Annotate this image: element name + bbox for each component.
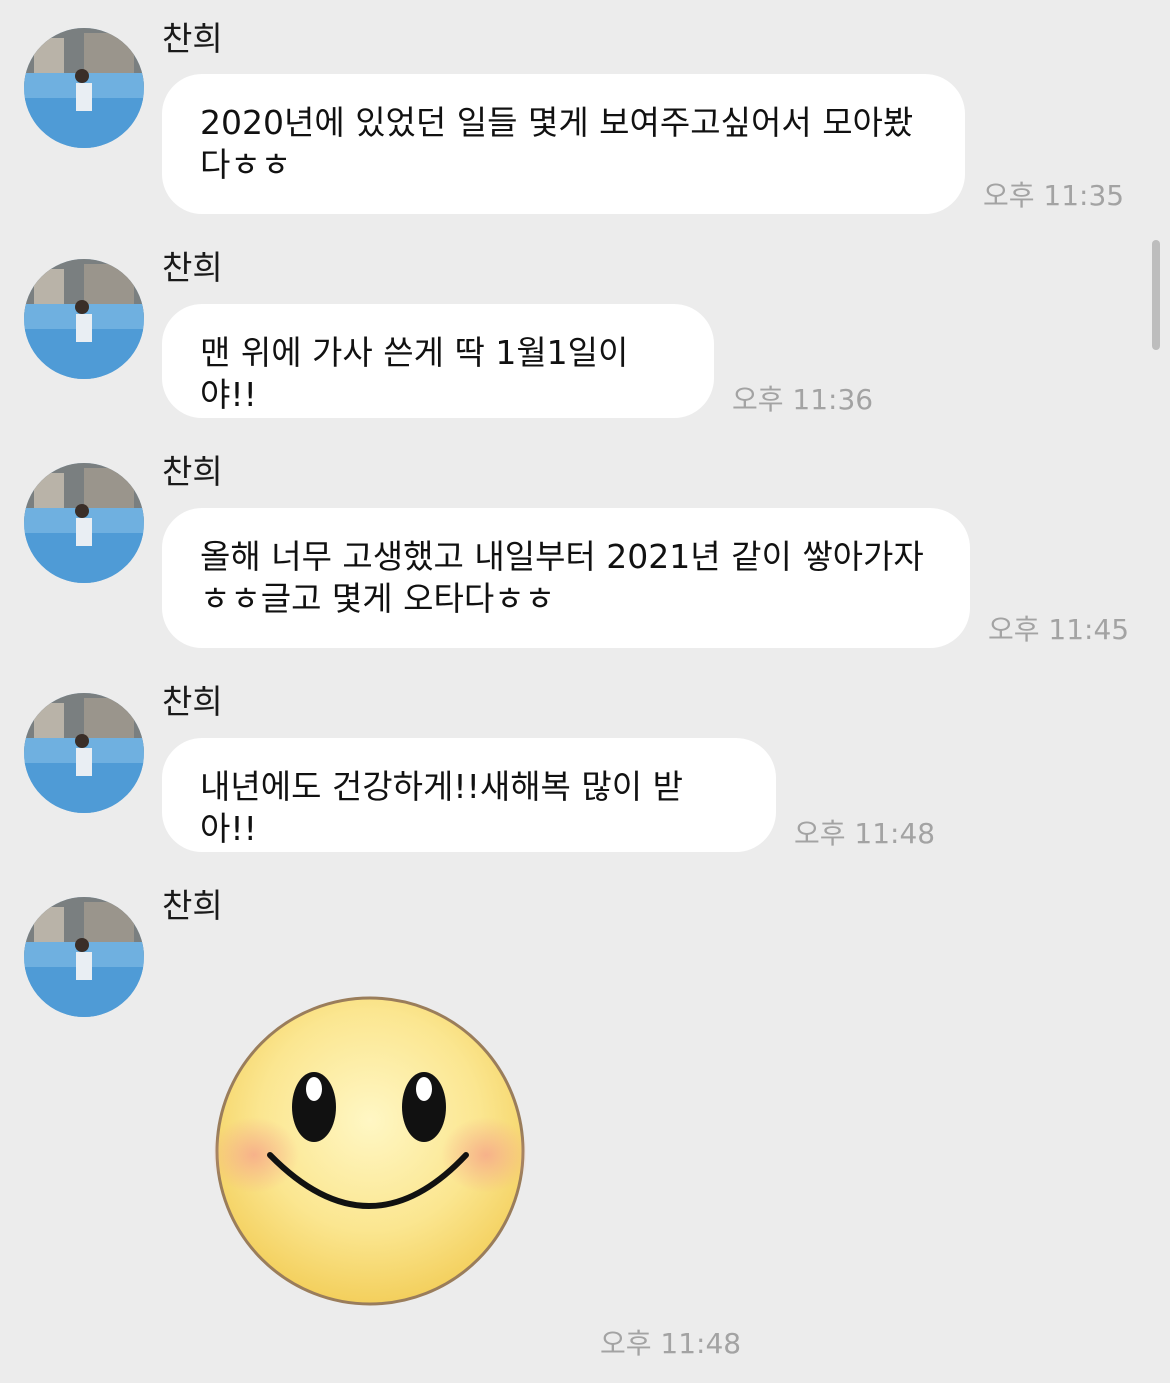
avatar[interactable] bbox=[24, 28, 144, 148]
message-bubble[interactable]: 내년에도 건강하게!!새해복 많이 받아!! bbox=[162, 738, 776, 852]
chat-transcript[interactable]: 찬희 2020년에 있었던 일들 몇게 보여주고싶어서 모아봤 다ㅎㅎ 오후 1… bbox=[0, 0, 1170, 1383]
message-bubble[interactable]: 맨 위에 가사 쓴게 딱 1월1일이야!! bbox=[162, 304, 714, 418]
message-timestamp: 오후 11:48 bbox=[794, 817, 936, 850]
message-timestamp: 오후 11:35 bbox=[983, 179, 1125, 212]
message-bubble[interactable]: 2020년에 있었던 일들 몇게 보여주고싶어서 모아봤 다ㅎㅎ bbox=[162, 74, 965, 214]
avatar[interactable] bbox=[24, 463, 144, 583]
scrollbar-thumb[interactable] bbox=[1152, 240, 1160, 350]
sender-name: 찬희 bbox=[162, 19, 223, 58]
smiley-face-icon bbox=[209, 996, 531, 1306]
message-bubble[interactable]: 올해 너무 고생했고 내일부터 2021년 같이 쌓아가자 ㅎㅎ글고 몇게 오타… bbox=[162, 508, 970, 648]
message-timestamp: 오후 11:36 bbox=[732, 383, 874, 416]
avatar[interactable] bbox=[24, 693, 144, 813]
smiley-face-emoticon[interactable] bbox=[209, 995, 531, 1307]
avatar[interactable] bbox=[24, 897, 144, 1017]
avatar-photo bbox=[24, 259, 144, 379]
sender-name: 찬희 bbox=[162, 886, 223, 925]
sender-name: 찬희 bbox=[162, 248, 223, 287]
avatar-photo bbox=[24, 693, 144, 813]
sender-name: 찬희 bbox=[162, 452, 223, 491]
avatar-photo bbox=[24, 897, 144, 1017]
avatar-photo bbox=[24, 28, 144, 148]
sender-name: 찬희 bbox=[162, 682, 223, 721]
avatar-photo bbox=[24, 463, 144, 583]
message-timestamp: 오후 11:45 bbox=[988, 613, 1130, 646]
message-timestamp: 오후 11:48 bbox=[600, 1327, 742, 1360]
avatar[interactable] bbox=[24, 259, 144, 379]
